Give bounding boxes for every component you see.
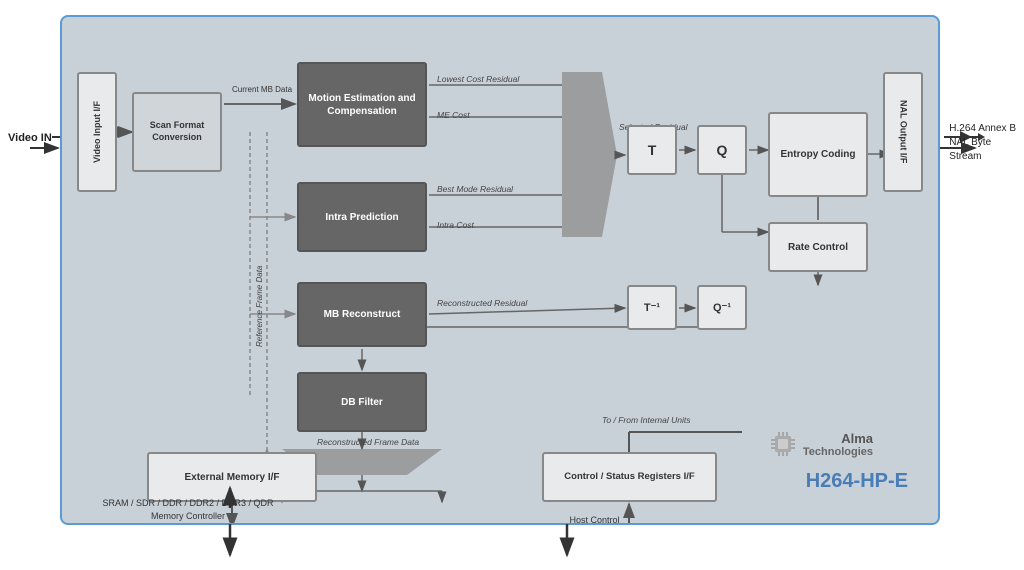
mb-reconstruct-box: MB Reconstruct: [297, 282, 427, 347]
scan-format-box: Scan Format Conversion: [132, 92, 222, 172]
video-input-if-box: Video Input I/F: [77, 72, 117, 192]
technologies-text: Technologies: [803, 446, 873, 458]
me-cost-label: ME Cost: [437, 110, 470, 120]
rate-control-box: Rate Control: [768, 222, 868, 272]
alma-logo: Alma Technologies: [769, 430, 873, 458]
t-transform-box: T: [627, 125, 677, 175]
external-memory-box: External Memory I/F: [147, 452, 317, 502]
intra-prediction-box: Intra Prediction: [297, 182, 427, 252]
q-quantization-box: Q: [697, 125, 747, 175]
current-mb-label: Current MB Data: [232, 85, 292, 95]
chip-icon: [769, 430, 797, 458]
alma-text: Alma: [803, 431, 873, 446]
nal-output-label: H.264 Annex B NAL Byte Stream: [949, 122, 1016, 164]
q-inverse-box: Q⁻¹: [697, 285, 747, 330]
to-from-internal-label: To / From Internal Units: [602, 415, 691, 425]
motion-estimation-box: Motion Estimation and Compensation: [297, 62, 427, 147]
entropy-coding-box: Entropy Coding: [768, 112, 868, 197]
db-filter-box: DB Filter: [297, 372, 427, 432]
control-status-registers-box: Control / Status Registers I/F: [542, 452, 717, 502]
memory-controller-label: SRAM / SDR / DDR / DDR2 / DDR3 / QDR Mem…: [93, 497, 283, 522]
reference-frame-data-label: Reference Frame Data: [255, 217, 264, 347]
t-inverse-box: T⁻¹: [627, 285, 677, 330]
nal-output-if-box: NAL Output I/F: [883, 72, 923, 192]
video-in-label: Video IN: [8, 132, 52, 144]
reconstructed-residual-label: Reconstructed Residual: [437, 298, 527, 308]
main-container: Video Input I/F NAL Output I/F Scan Form…: [60, 15, 940, 525]
reconstructed-frame-data-label: Reconstructed Frame Data: [317, 437, 419, 447]
host-control-label: Host Control: [522, 515, 667, 525]
h264-model-label: H264-HP-E: [806, 470, 908, 493]
lowest-cost-residual-label: Lowest Cost Residual: [437, 74, 519, 84]
best-mode-residual-label: Best Mode Residual: [437, 184, 513, 194]
intra-cost-label: Intra Cost: [437, 220, 474, 230]
